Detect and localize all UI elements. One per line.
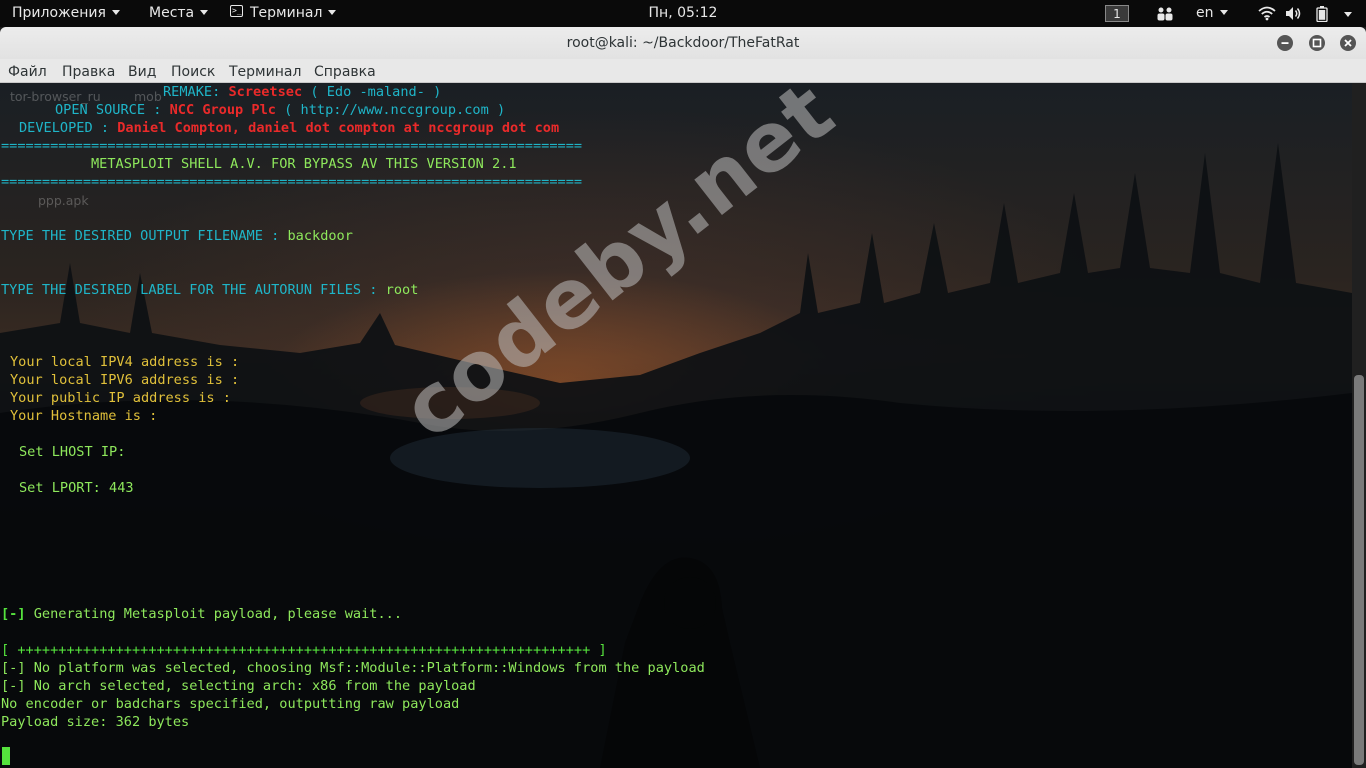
terminal-progress: [ ++++++++++++++++++++++++++++++++++++++… <box>1 642 607 658</box>
terminal-line: Your public IP address is : <box>10 390 231 406</box>
chevron-down-icon <box>111 9 120 15</box>
terminal-separator: ========================================… <box>1 138 583 154</box>
maximize-button[interactable] <box>1309 35 1325 51</box>
language-menu[interactable]: en <box>1196 0 1228 27</box>
terminal-line: No encoder or badchars specified, output… <box>1 696 460 712</box>
system-menu-chevron-icon[interactable] <box>1344 12 1352 17</box>
desktop: Приложения Места >_ Терминал Пн, 05:12 1 … <box>0 0 1366 768</box>
language-label: en <box>1196 5 1214 21</box>
terminal-separator: ========================================… <box>1 174 583 190</box>
minimize-icon <box>1281 42 1289 44</box>
volume-icon[interactable] <box>1285 6 1303 21</box>
terminal-app-menu-label: Терминал <box>250 5 323 21</box>
chevron-down-icon <box>328 9 337 15</box>
places-menu-label: Места <box>149 5 195 21</box>
terminal-line: Your Hostname is : <box>10 408 158 424</box>
menu-search[interactable]: Поиск <box>171 59 215 82</box>
terminal-line: REMAKE: Screetsec ( Edo -maland- ) <box>163 84 442 100</box>
terminal-line: OPEN SOURCE : NCC Group Plc ( http://www… <box>55 102 506 118</box>
terminal-app-menu[interactable]: >_ Терминал <box>230 0 337 27</box>
menu-edit[interactable]: Правка <box>62 59 115 82</box>
chevron-down-icon <box>200 9 209 15</box>
terminal-banner: METASPLOIT SHELL A.V. FOR BYPASS AV THIS… <box>91 156 517 172</box>
menu-view[interactable]: Вид <box>128 59 156 82</box>
applications-menu-label: Приложения <box>12 5 106 21</box>
wifi-icon[interactable] <box>1258 6 1276 21</box>
battery-icon[interactable] <box>1316 6 1328 22</box>
terminal-cursor <box>2 747 10 765</box>
workspace-indicator[interactable]: 1 <box>1105 5 1129 22</box>
terminal-line: Payload size: 362 bytes <box>1 714 190 730</box>
terminal-line: Your local IPV4 address is : <box>10 354 240 370</box>
terminal-window: root@kali: ~/Backdoor/TheFatRat Файл Пра… <box>0 27 1366 768</box>
terminal-output[interactable]: tor-browser_ru mob ppp.apk codeby.net RE… <box>0 83 1352 768</box>
close-button[interactable] <box>1340 35 1356 51</box>
terminal-lines: REMAKE: Screetsec ( Edo -maland- ) OPEN … <box>0 83 1352 730</box>
minimize-button[interactable] <box>1277 35 1293 51</box>
terminal-line: [-] No platform was selected, choosing M… <box>1 660 705 676</box>
terminal-icon: >_ <box>230 5 243 17</box>
menu-bar: Файл Правка Вид Поиск Терминал Справка <box>0 59 1366 83</box>
scrollbar-thumb[interactable] <box>1354 375 1364 765</box>
menu-terminal[interactable]: Терминал <box>229 59 301 82</box>
terminal-line: DEVELOPED : Daniel Compton, daniel dot c… <box>19 120 560 136</box>
menu-help[interactable]: Справка <box>314 59 376 82</box>
terminal-line: [-] Generating Metasploit payload, pleas… <box>1 606 403 622</box>
clock-label: Пн, 05:12 <box>648 5 718 21</box>
accessibility-icon[interactable] <box>1156 6 1174 22</box>
close-icon <box>1344 39 1352 47</box>
terminal-scrollbar[interactable] <box>1352 83 1366 768</box>
menu-file[interactable]: Файл <box>8 59 47 82</box>
terminal-line: Set LHOST IP: <box>19 444 126 460</box>
maximize-icon <box>1312 38 1322 48</box>
places-menu[interactable]: Места <box>149 0 209 27</box>
chevron-down-icon <box>1219 9 1228 15</box>
terminal-line: TYPE THE DESIRED OUTPUT FILENAME : backd… <box>1 228 353 244</box>
terminal-line: Set LPORT: 443 <box>19 480 134 496</box>
terminal-line: Your local IPV6 address is : <box>10 372 240 388</box>
terminal-line: TYPE THE DESIRED LABEL FOR THE AUTORUN F… <box>1 282 419 298</box>
top-bar: Приложения Места >_ Терминал Пн, 05:12 1 … <box>0 0 1366 27</box>
window-title: root@kali: ~/Backdoor/TheFatRat <box>566 35 800 51</box>
terminal-line: [-] No arch selected, selecting arch: x8… <box>1 678 476 694</box>
applications-menu[interactable]: Приложения <box>12 0 120 27</box>
window-titlebar[interactable]: root@kali: ~/Backdoor/TheFatRat <box>0 27 1366 59</box>
